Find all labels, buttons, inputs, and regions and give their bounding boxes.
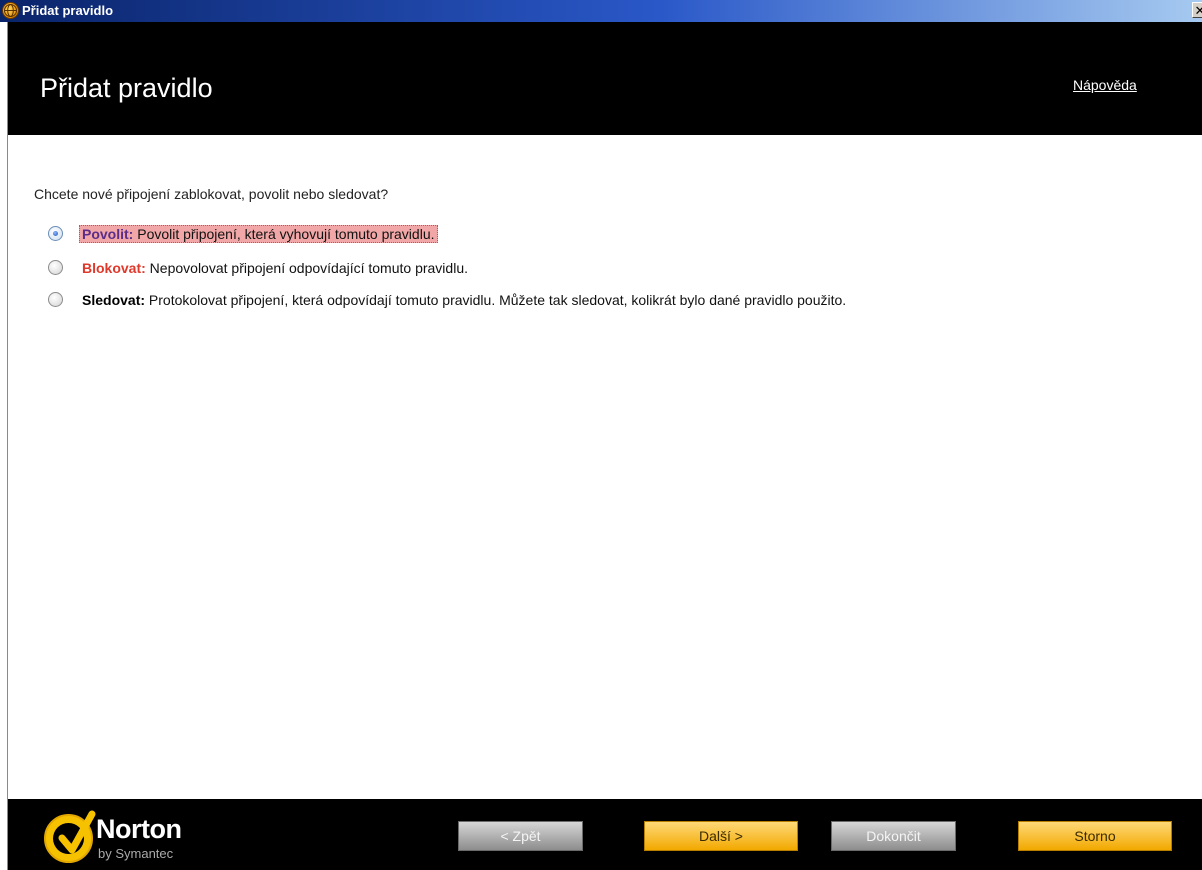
close-window-button[interactable]: ✕	[1192, 2, 1202, 18]
dialog-footer: Norton by Symantec < Zpět Další > Dokonč…	[8, 799, 1202, 870]
logo-brand: Norton	[96, 814, 182, 844]
block-radio[interactable]	[48, 260, 63, 275]
option-block-description: Nepovolovat připojení odpovídající tomut…	[145, 260, 468, 276]
cancel-button[interactable]: Storno	[1018, 821, 1172, 851]
radio-selected-dot	[53, 231, 58, 236]
option-track-text: Sledovat: Protokolovat připojení, která …	[82, 290, 982, 310]
allow-radio[interactable]	[48, 226, 63, 241]
dialog-header: Přidat pravidlo Nápověda	[8, 22, 1202, 135]
option-track-description: Protokolovat připojení, která odpovídají…	[145, 292, 847, 308]
window-title: Přidat pravidlo	[22, 3, 114, 18]
window-title-bar[interactable]: Přidat pravidlo ✕	[0, 0, 1202, 22]
page-title: Přidat pravidlo	[40, 73, 213, 103]
option-block-label: Blokovat:	[82, 260, 146, 276]
track-radio[interactable]	[48, 292, 63, 307]
option-block-text: Blokovat: Nepovolovat připojení odpovída…	[82, 258, 982, 278]
back-button[interactable]: < Zpět	[458, 821, 583, 851]
help-link[interactable]: Nápověda	[1073, 77, 1137, 93]
checkmark-icon	[58, 810, 96, 854]
option-track-label: Sledovat:	[82, 292, 146, 308]
finish-button[interactable]: Dokončit	[831, 821, 956, 851]
dialog-client-area: Přidat pravidlo Nápověda Chcete nové při…	[7, 22, 1202, 870]
norton-logo: Norton by Symantec	[44, 806, 224, 870]
option-allow-description: Povolit připojení, která vyhovují tomuto…	[133, 226, 435, 242]
question-text: Chcete nové připojení zablokovat, povoli…	[34, 186, 389, 202]
option-allow-label: Povolit:	[82, 226, 134, 242]
globe-icon	[2, 2, 19, 19]
option-allow-text: Povolit: Povolit připojení, která vyhovu…	[79, 224, 982, 244]
next-button[interactable]: Další >	[644, 821, 798, 851]
focus-highlight: Povolit: Povolit připojení, která vyhovu…	[79, 225, 438, 243]
logo-byline: by Symantec	[98, 846, 174, 861]
